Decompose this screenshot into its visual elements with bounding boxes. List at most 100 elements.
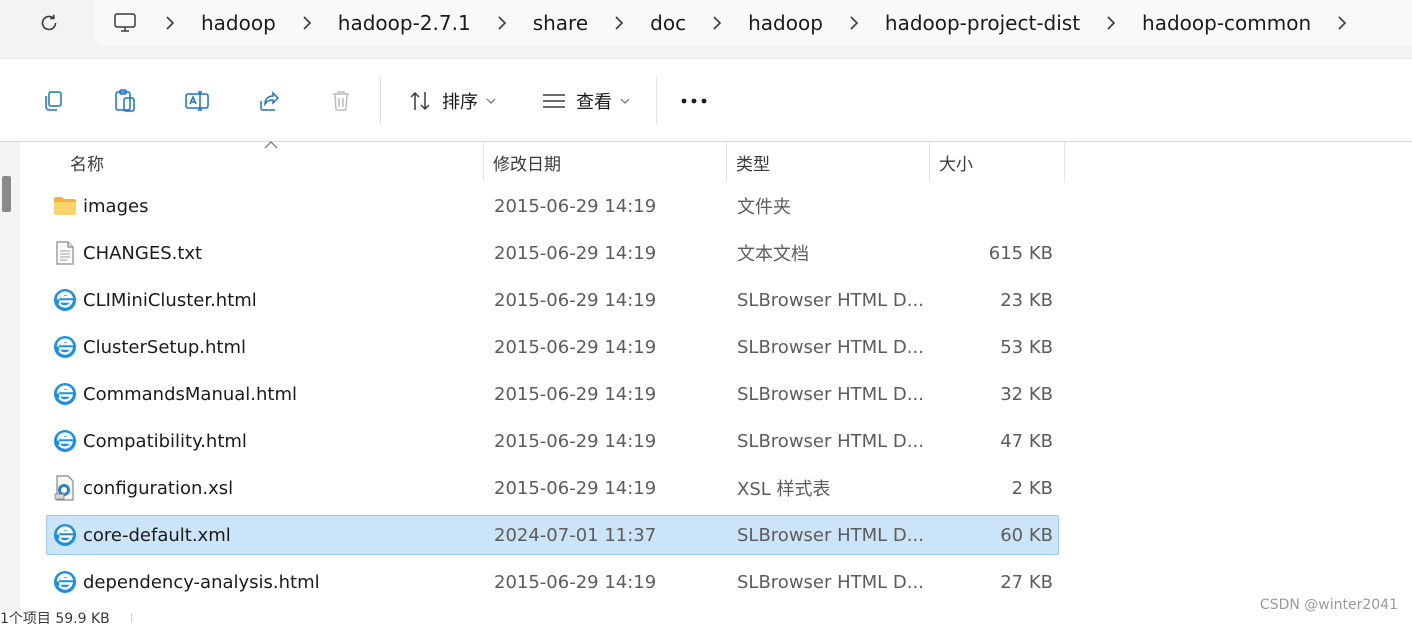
column-header-name[interactable]: 名称 xyxy=(70,142,104,182)
chevron-down-icon xyxy=(486,98,496,104)
breadcrumb-item[interactable]: share xyxy=(533,11,588,35)
file-modified-date: 2015-06-29 14:19 xyxy=(494,477,657,499)
navigation-pane-edge xyxy=(0,142,20,612)
file-row[interactable]: images 2015-06-29 14:19 文件夹 xyxy=(46,186,1059,226)
file-size: 615 KB xyxy=(988,242,1053,264)
paste-icon xyxy=(115,89,135,112)
column-divider[interactable] xyxy=(483,142,484,182)
delete-button[interactable] xyxy=(324,59,358,143)
status-bar-text: 1个项目 59.9 KB xyxy=(0,611,110,627)
share-icon xyxy=(260,91,280,111)
file-row[interactable]: configuration.xsl 2015-06-29 14:19 XSL 样式表… xyxy=(46,468,1059,508)
file-modified-date: 2015-06-29 14:19 xyxy=(494,195,657,217)
rename-icon xyxy=(185,91,209,111)
view-button[interactable]: 查看 xyxy=(536,59,636,143)
file-row[interactable]: CommandsManual.html 2015-06-29 14:19 SLBro… xyxy=(46,374,1059,414)
command-bar: 排序 查看 xyxy=(0,58,1412,142)
file-type: 文本文档 xyxy=(737,244,809,265)
chevron-right-icon[interactable] xyxy=(707,16,727,30)
toolbar-divider xyxy=(656,77,657,125)
breadcrumb-item[interactable]: hadoop-2.7.1 xyxy=(338,11,471,35)
file-row[interactable]: core-default.xml 2024-07-01 11:37 SLBrowse… xyxy=(46,515,1059,555)
browser-file-icon xyxy=(52,422,78,460)
refresh-button[interactable] xyxy=(33,9,65,37)
file-type: 文件夹 xyxy=(737,197,791,218)
file-modified-date: 2015-06-29 14:19 xyxy=(494,336,657,358)
file-size: 47 KB xyxy=(1000,430,1053,452)
breadcrumb-item[interactable]: hadoop xyxy=(748,11,823,35)
file-size: 23 KB xyxy=(1000,289,1053,311)
file-size: 2 KB xyxy=(1011,477,1053,499)
trash-icon xyxy=(333,91,349,111)
file-name: CLIMiniCluster.html xyxy=(83,289,257,311)
file-type: SLBrowser HTML D... xyxy=(737,571,924,593)
column-divider[interactable] xyxy=(929,142,930,182)
share-button[interactable] xyxy=(252,59,286,143)
xsl-file-icon xyxy=(52,469,78,507)
file-name: CHANGES.txt xyxy=(83,242,203,264)
file-modified-date: 2015-06-29 14:19 xyxy=(494,430,657,452)
file-row[interactable]: CLIMiniCluster.html 2015-06-29 14:19 SLBro… xyxy=(46,280,1059,320)
file-row[interactable]: CHANGES.txt 2015-06-29 14:19 文本文档 615 KB xyxy=(46,233,1059,273)
file-modified-date: 2015-06-29 14:19 xyxy=(494,383,657,405)
file-type: SLBrowser HTML D... xyxy=(737,383,924,405)
file-row[interactable]: dependency-analysis.html 2015-06-29 14:19… xyxy=(46,562,1059,602)
file-modified-date: 2015-06-29 14:19 xyxy=(494,242,657,264)
browser-file-icon xyxy=(52,375,78,413)
folder-icon xyxy=(52,187,78,225)
more-options-button[interactable] xyxy=(676,59,712,143)
toolbar-divider xyxy=(380,77,381,125)
more-dots-icon xyxy=(681,98,707,104)
copy-icon xyxy=(45,91,62,111)
breadcrumb-item[interactable]: hadoop-common xyxy=(1142,11,1311,35)
column-divider[interactable] xyxy=(1064,142,1065,182)
chevron-right-icon[interactable] xyxy=(297,16,317,30)
file-type: SLBrowser HTML D... xyxy=(737,336,924,358)
chevron-down-icon xyxy=(620,98,630,104)
copy-button[interactable] xyxy=(36,59,70,143)
watermark: CSDN @winter2041 xyxy=(1259,597,1398,613)
rename-button[interactable] xyxy=(180,59,214,143)
status-divider xyxy=(131,613,132,622)
file-name: Compatibility.html xyxy=(83,430,247,452)
chevron-right-icon[interactable] xyxy=(160,16,180,30)
address-bar-area: hadoop hadoop-2.7.1 share doc hadoop had… xyxy=(0,0,1412,58)
chevron-right-icon[interactable] xyxy=(492,16,512,30)
file-size: 53 KB xyxy=(1000,336,1053,358)
column-header: 名称 修改日期 类型 大小 xyxy=(0,142,1065,182)
view-list-icon xyxy=(543,94,565,108)
file-row[interactable]: Compatibility.html 2015-06-29 14:19 SLBrow… xyxy=(46,421,1059,461)
sort-ascending-icon xyxy=(264,141,278,149)
breadcrumb-item[interactable]: hadoop xyxy=(201,11,276,35)
view-label: 查看 xyxy=(576,92,612,113)
file-type: XSL 样式表 xyxy=(737,479,831,500)
browser-file-icon xyxy=(52,563,78,601)
file-name: configuration.xsl xyxy=(83,477,234,499)
breadcrumb-item[interactable]: hadoop-project-dist xyxy=(885,11,1080,35)
chevron-right-icon[interactable] xyxy=(1101,16,1121,30)
chevron-right-icon[interactable] xyxy=(844,16,864,30)
sort-button[interactable]: 排序 xyxy=(402,59,502,143)
column-header-date[interactable]: 修改日期 xyxy=(493,142,561,182)
file-name: images xyxy=(83,195,149,217)
file-row[interactable]: ClusterSetup.html 2015-06-29 14:19 SLBrows… xyxy=(46,327,1059,367)
column-header-size[interactable]: 大小 xyxy=(939,142,973,182)
file-modified-date: 2015-06-29 14:19 xyxy=(494,289,657,311)
paste-button[interactable] xyxy=(108,59,142,143)
file-size: 60 KB xyxy=(1000,524,1053,546)
chevron-right-icon[interactable] xyxy=(1332,16,1352,30)
this-pc-icon[interactable] xyxy=(113,10,139,36)
sort-icon xyxy=(410,91,430,111)
file-name: CommandsManual.html xyxy=(83,383,298,405)
browser-file-icon xyxy=(52,516,78,554)
file-size: 32 KB xyxy=(1000,383,1053,405)
breadcrumb-item[interactable]: doc xyxy=(650,11,686,35)
column-header-type[interactable]: 类型 xyxy=(736,142,770,182)
file-modified-date: 2015-06-29 14:19 xyxy=(494,571,657,593)
file-type: SLBrowser HTML D... xyxy=(737,430,924,452)
column-divider[interactable] xyxy=(726,142,727,182)
browser-file-icon xyxy=(52,281,78,319)
chevron-right-icon[interactable] xyxy=(609,16,629,30)
browser-file-icon xyxy=(52,328,78,366)
file-size: 27 KB xyxy=(1000,571,1053,593)
